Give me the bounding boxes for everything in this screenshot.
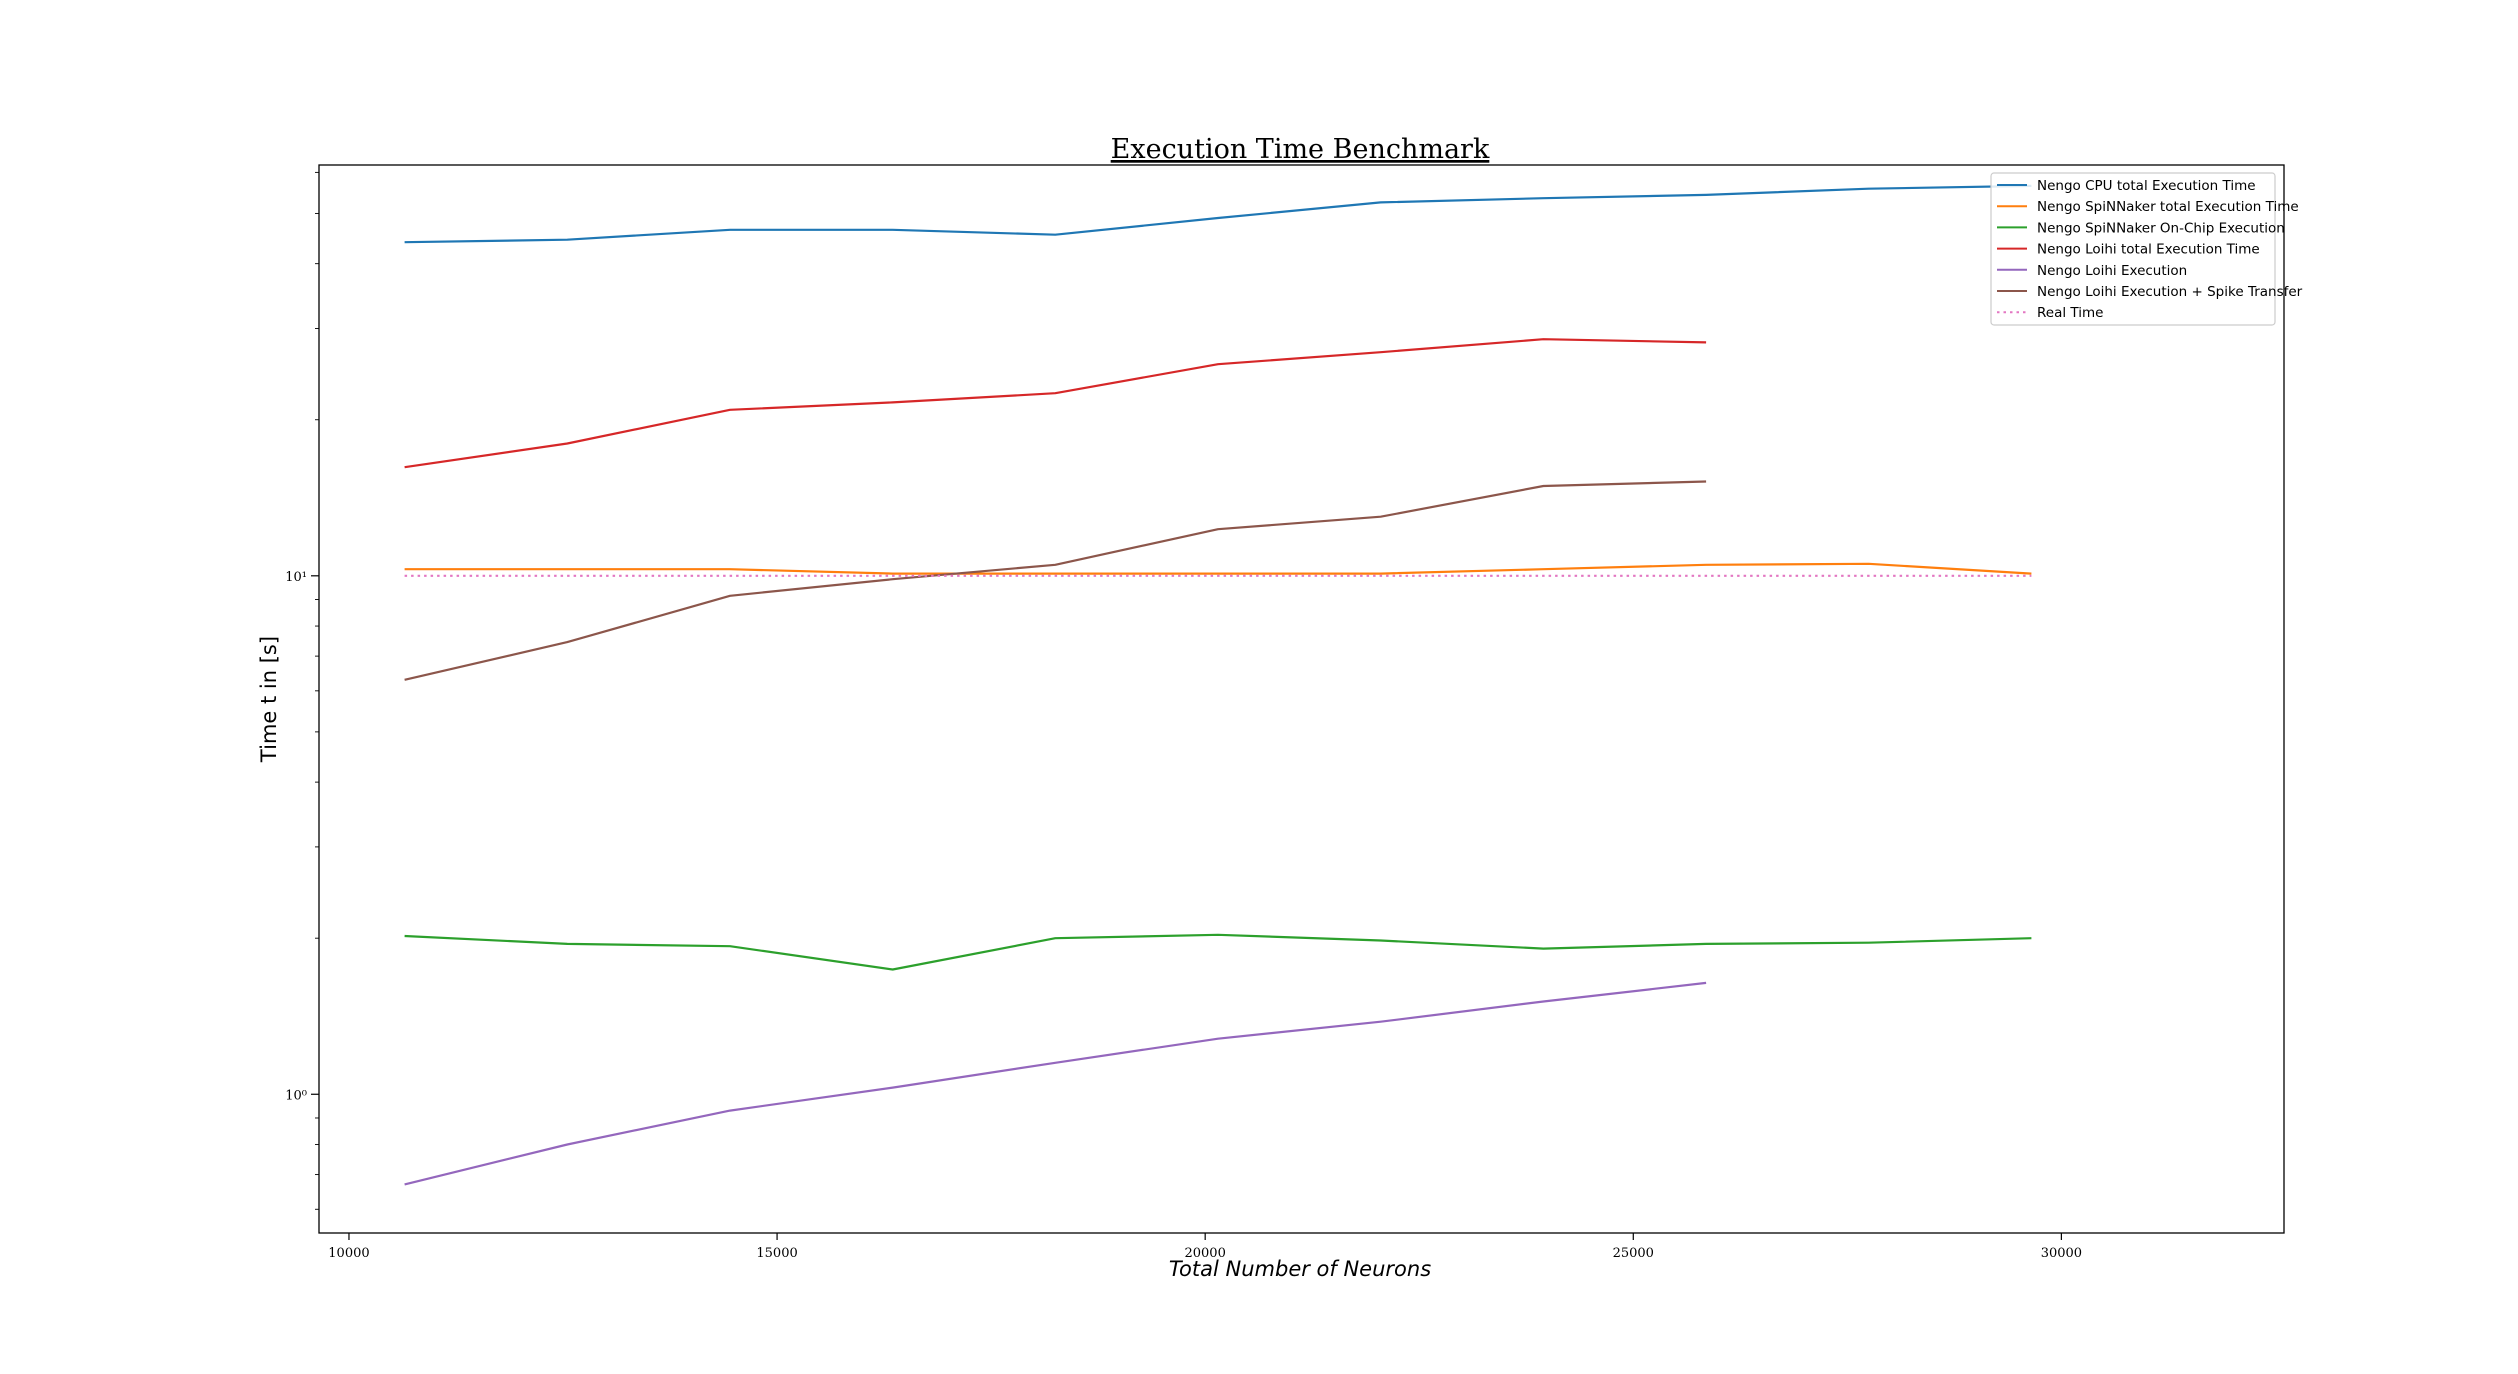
legend-label-nengo-loihi-total-execution-time: Nengo Loihi total Execution Time: [2037, 242, 2260, 258]
legend-label-nengo-loihi-execution-spike-transfer: Nengo Loihi Execution + Spike Transfer: [2037, 284, 2303, 300]
x-axis-label: Total Number of Neurons: [1169, 1257, 1431, 1281]
y-axis-label: Time t in [s]: [257, 636, 281, 763]
legend-label-nengo-cpu-total-execution-time: Nengo CPU total Execution Time: [2037, 178, 2256, 194]
y-tick-label: 10¹: [285, 570, 307, 585]
x-tick-label: 10000: [328, 1246, 369, 1261]
x-tick-label: 30000: [2041, 1246, 2082, 1261]
execution-time-chart: Execution Time Benchmark 10000 15000 20000…: [0, 0, 2518, 1374]
y-tick-label: 10⁰: [285, 1088, 307, 1103]
legend: Nengo CPU total Execution Time Nengo SpiN…: [1990, 172, 2303, 326]
legend-label-real-time: Real Time: [2037, 305, 2103, 321]
x-tick-label: 15000: [756, 1246, 797, 1261]
legend-label-nengo-loihi-execution: Nengo Loihi Execution: [2037, 263, 2187, 279]
x-tick-label: 25000: [1613, 1246, 1654, 1261]
legend-label-nengo-spinnaker-on-chip-execution: Nengo SpiNNaker On-Chip Execution: [2037, 220, 2285, 236]
chart-title: Execution Time Benchmark: [1111, 134, 1490, 165]
legend-label-nengo-spinnaker-total-execution-time: Nengo SpiNNaker total Execution Time: [2037, 199, 2299, 215]
